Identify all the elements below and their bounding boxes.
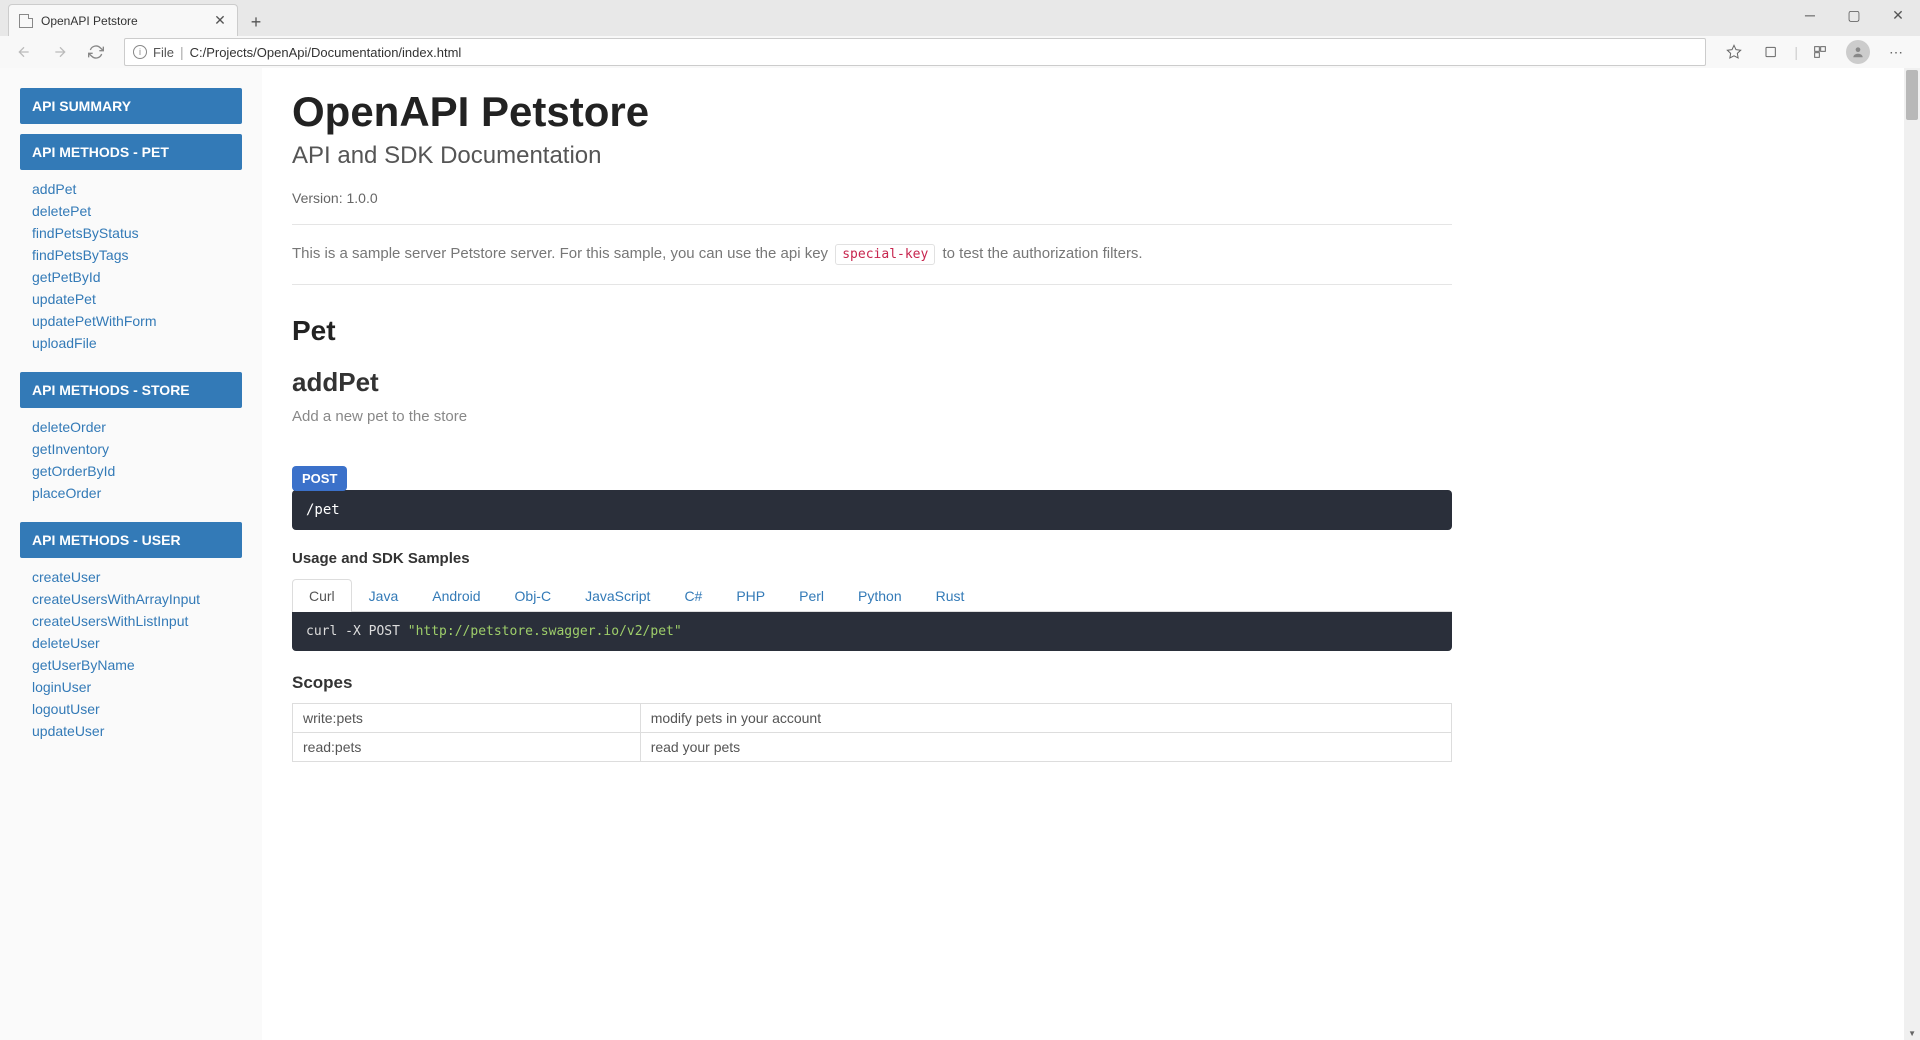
scope-name: read:pets <box>293 732 641 761</box>
scope-name: write:pets <box>293 703 641 732</box>
sidebar-link[interactable]: getInventory <box>20 438 242 460</box>
address-bar[interactable]: i File | C:/Projects/OpenApi/Documentati… <box>124 38 1706 66</box>
url-scheme-label: File <box>153 45 174 60</box>
toolbar-right: | ⋯ <box>1718 38 1912 66</box>
language-tab[interactable]: JavaScript <box>568 579 667 612</box>
minimize-button[interactable]: ─ <box>1788 0 1832 30</box>
content-wrap: OpenAPI Petstore API and SDK Documentati… <box>262 68 1920 1040</box>
sidebar-link[interactable]: deleteOrder <box>20 416 242 438</box>
usage-title: Usage and SDK Samples <box>292 550 1452 567</box>
scope-desc: modify pets in your account <box>640 703 1451 732</box>
sidebar-link[interactable]: createUsersWithListInput <box>20 610 242 632</box>
table-row: write:petsmodify pets in your account <box>293 703 1452 732</box>
table-row: read:petsread your pets <box>293 732 1452 761</box>
sidebar-link[interactable]: placeOrder <box>20 482 242 504</box>
extensions-button[interactable] <box>1804 38 1836 66</box>
collections-button[interactable] <box>1756 38 1788 66</box>
sidebar-link[interactable]: findPetsByTags <box>20 244 242 266</box>
sidebar-link[interactable]: updatePetWithForm <box>20 310 242 332</box>
language-tab[interactable]: Curl <box>292 579 352 612</box>
language-tab[interactable]: Java <box>352 579 416 612</box>
section-title: Pet <box>292 315 1452 347</box>
content: OpenAPI Petstore API and SDK Documentati… <box>262 68 1482 792</box>
tab-title: OpenAPI Petstore <box>41 14 205 28</box>
menu-button[interactable]: ⋯ <box>1880 38 1912 66</box>
scroll-thumb[interactable] <box>1906 70 1918 120</box>
sidebar-link[interactable]: deletePet <box>20 200 242 222</box>
language-tab[interactable]: C# <box>667 579 719 612</box>
tab-strip: OpenAPI Petstore ✕ + <box>0 0 1920 36</box>
scrollbar[interactable]: ▼ <box>1904 68 1920 1040</box>
browser-chrome: ─ ▢ ✕ OpenAPI Petstore ✕ + i File | C:/P… <box>0 0 1920 68</box>
language-tab[interactable]: Android <box>415 579 497 612</box>
back-button[interactable] <box>8 38 40 66</box>
sidebar-link[interactable]: loginUser <box>20 676 242 698</box>
language-tab[interactable]: PHP <box>719 579 782 612</box>
browser-toolbar: i File | C:/Projects/OpenApi/Documentati… <box>0 36 1920 68</box>
maximize-button[interactable]: ▢ <box>1832 0 1876 30</box>
sidebar-link[interactable]: addPet <box>20 178 242 200</box>
browser-tab[interactable]: OpenAPI Petstore ✕ <box>8 4 238 36</box>
language-tabs: CurlJavaAndroidObj-CJavaScriptC#PHPPerlP… <box>292 579 1452 612</box>
sidebar-link[interactable]: getOrderById <box>20 460 242 482</box>
sidebar-link[interactable]: createUser <box>20 566 242 588</box>
sidebar-links: deleteOrdergetInventorygetOrderByIdplace… <box>20 408 242 512</box>
divider <box>292 224 1452 225</box>
sidebar-section-header[interactable]: API METHODS - PET <box>20 134 242 170</box>
window-controls: ─ ▢ ✕ <box>1788 0 1920 30</box>
document-icon <box>19 14 33 28</box>
sidebar-section-header[interactable]: API SUMMARY <box>20 88 242 124</box>
favorite-button[interactable] <box>1718 38 1750 66</box>
sidebar: API SUMMARYAPI METHODS - PETaddPetdelete… <box>0 68 262 1040</box>
new-tab-button[interactable]: + <box>242 8 270 36</box>
url-text: C:/Projects/OpenApi/Documentation/index.… <box>190 45 462 60</box>
refresh-button[interactable] <box>80 38 112 66</box>
curl-code-block: curl -X POST "http://petstore.swagger.io… <box>292 612 1452 651</box>
scopes-title: Scopes <box>292 673 1452 693</box>
endpoint-summary: Add a new pet to the store <box>292 408 1452 425</box>
info-icon: i <box>133 45 147 59</box>
sidebar-link[interactable]: deleteUser <box>20 632 242 654</box>
profile-button[interactable] <box>1842 38 1874 66</box>
language-tab[interactable]: Perl <box>782 579 841 612</box>
divider <box>292 284 1452 285</box>
scroll-down-icon[interactable]: ▼ <box>1908 1029 1916 1038</box>
forward-button[interactable] <box>44 38 76 66</box>
sidebar-link[interactable]: getPetById <box>20 266 242 288</box>
sidebar-section-header[interactable]: API METHODS - USER <box>20 522 242 558</box>
sidebar-link[interactable]: getUserByName <box>20 654 242 676</box>
close-tab-button[interactable]: ✕ <box>213 14 227 28</box>
sidebar-section-header[interactable]: API METHODS - STORE <box>20 372 242 408</box>
sidebar-links: createUsercreateUsersWithArrayInputcreat… <box>20 558 242 750</box>
avatar-icon <box>1846 40 1870 64</box>
page-title: OpenAPI Petstore <box>292 88 1452 136</box>
http-method-badge: POST <box>292 466 347 491</box>
language-tab[interactable]: Obj-C <box>498 579 569 612</box>
sidebar-link[interactable]: findPetsByStatus <box>20 222 242 244</box>
api-key-code: special-key <box>835 244 935 265</box>
sidebar-link[interactable]: updateUser <box>20 720 242 742</box>
scope-desc: read your pets <box>640 732 1451 761</box>
sidebar-link[interactable]: updatePet <box>20 288 242 310</box>
version-label: Version: 1.0.0 <box>292 190 1452 206</box>
sidebar-link[interactable]: logoutUser <box>20 698 242 720</box>
language-tab[interactable]: Python <box>841 579 919 612</box>
page: API SUMMARYAPI METHODS - PETaddPetdelete… <box>0 68 1920 1040</box>
page-subtitle: API and SDK Documentation <box>292 142 1452 170</box>
sidebar-links: addPetdeletePetfindPetsByStatusfindPetsB… <box>20 170 242 362</box>
sidebar-link[interactable]: uploadFile <box>20 332 242 354</box>
sidebar-link[interactable]: createUsersWithArrayInput <box>20 588 242 610</box>
scopes-table: write:petsmodify pets in your accountrea… <box>292 703 1452 762</box>
endpoint-name: addPet <box>292 367 1452 398</box>
close-window-button[interactable]: ✕ <box>1876 0 1920 30</box>
endpoint-path: /pet <box>292 490 1452 530</box>
api-description: This is a sample server Petstore server.… <box>292 243 1452 266</box>
language-tab[interactable]: Rust <box>919 579 982 612</box>
